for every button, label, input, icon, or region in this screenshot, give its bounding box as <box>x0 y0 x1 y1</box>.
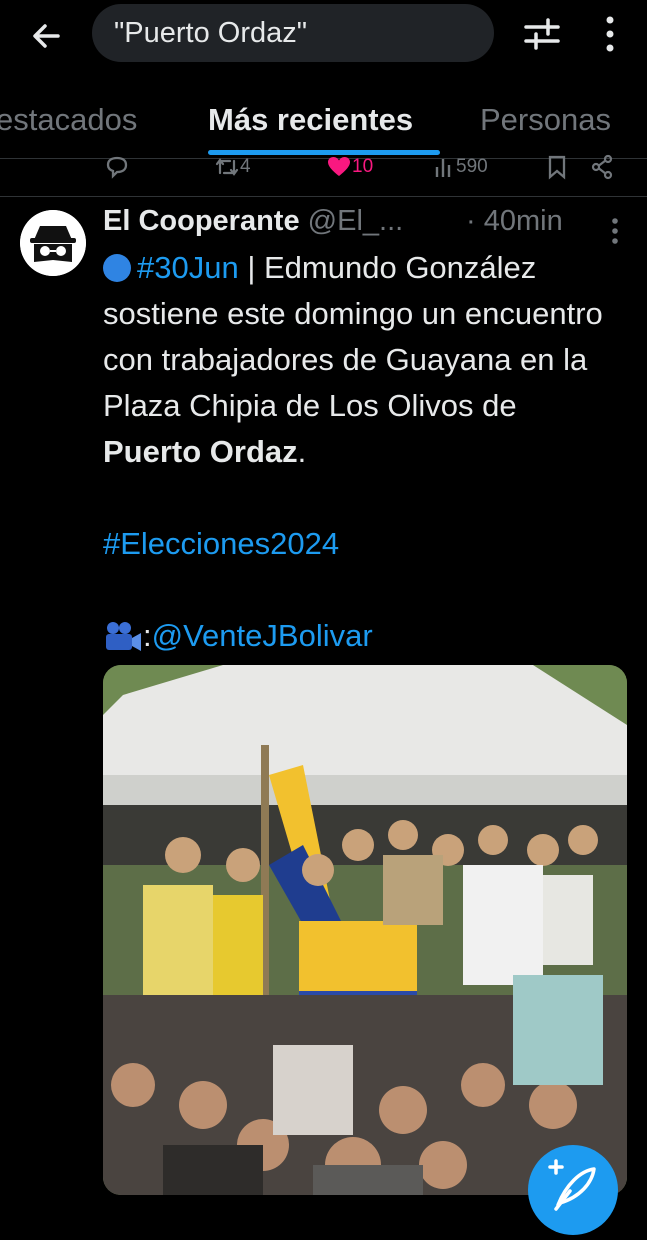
back-arrow-icon[interactable] <box>28 18 64 54</box>
retweet-count: 4 <box>240 156 251 177</box>
compose-icon <box>528 1159 618 1239</box>
like-button[interactable]: 10 <box>326 152 373 182</box>
search-tabs: estacados Más recientes Personas <box>0 82 647 159</box>
heart-icon <box>326 155 352 179</box>
tweet-paragraph-credit: :@VenteJBolivar <box>103 613 623 659</box>
reply-icon[interactable] <box>104 152 130 182</box>
author-handle[interactable]: @El_... <box>308 205 404 237</box>
avatar[interactable] <box>20 210 86 276</box>
mention-link[interactable]: @VenteJBolivar <box>152 618 373 653</box>
views-button[interactable]: 590 <box>434 152 488 182</box>
credit-prefix: : <box>143 618 152 653</box>
tweet-time[interactable]: · 40min <box>466 203 563 239</box>
more-vertical-icon[interactable] <box>608 217 622 245</box>
tweet[interactable]: El Cooperante @El_... · 40min #30Jun | E… <box>0 197 647 1200</box>
views-icon <box>434 155 456 179</box>
tweet-paragraph-main: #30Jun | Edmundo González sostiene este … <box>103 245 623 475</box>
search-input[interactable]: "Puerto Ordaz" <box>92 4 494 62</box>
tweet-media-image[interactable] <box>103 665 627 1195</box>
tweet-header: El Cooperante @El_... <box>103 203 403 239</box>
compose-button[interactable] <box>528 1145 618 1235</box>
share-icon[interactable] <box>590 152 614 182</box>
retweet-icon <box>214 155 240 179</box>
blue-circle-emoji <box>103 254 131 282</box>
tab-personas[interactable]: Personas <box>480 102 611 138</box>
views-count: 590 <box>456 156 488 177</box>
hashtag-link[interactable]: #30Jun <box>137 250 239 285</box>
highlighted-query: Puerto Ordaz <box>103 434 298 469</box>
retweet-button[interactable]: 4 <box>214 152 251 182</box>
hashtag-link[interactable]: #Elecciones2024 <box>103 526 339 561</box>
tweet-paragraph-hashtag: #Elecciones2024 <box>103 521 623 567</box>
top-bar: "Puerto Ordaz" <box>0 0 647 70</box>
camera-icon <box>103 619 143 651</box>
filter-icon[interactable] <box>522 16 562 52</box>
more-vertical-icon[interactable] <box>598 14 622 54</box>
tweet-text: #30Jun | Edmundo González sostiene este … <box>103 245 623 659</box>
previous-tweet-actions: 4 10 590 <box>0 152 647 197</box>
bookmark-icon[interactable] <box>546 152 568 182</box>
tab-destacados[interactable]: estacados <box>0 102 137 138</box>
author-name[interactable]: El Cooperante <box>103 205 300 237</box>
tab-mas-recientes[interactable]: Más recientes <box>208 102 413 138</box>
like-count: 10 <box>352 156 374 177</box>
tweet-text-end: . <box>297 434 307 469</box>
